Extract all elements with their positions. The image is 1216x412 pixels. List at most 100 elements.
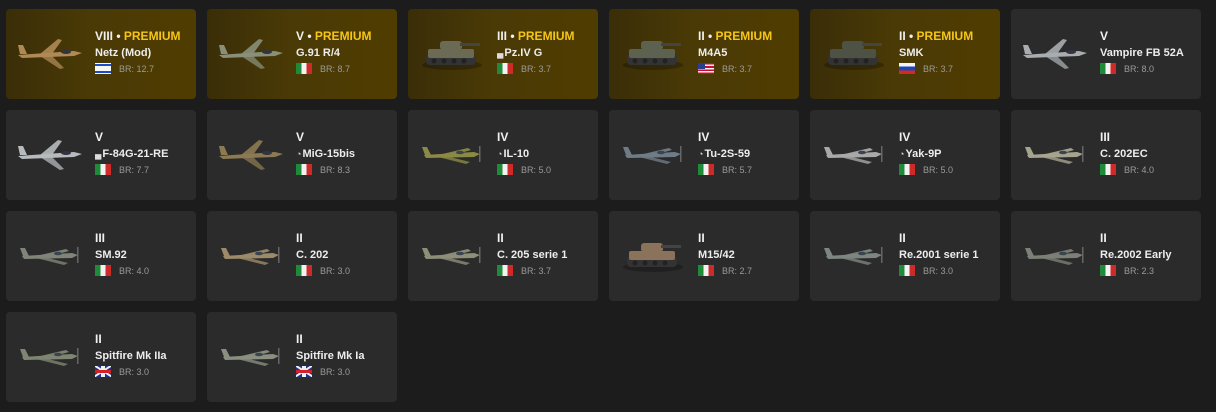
vehicle-rank: V • PREMIUM [296, 29, 391, 44]
vehicle-name-row: C. 202EC [1100, 147, 1195, 161]
vehicle-card[interactable]: IV ◔Tu-2S-59 BR: 5.7 [609, 110, 799, 200]
vehicle-card[interactable]: V ▄F-84G-21-RE BR: 7.7 [6, 110, 196, 200]
vehicle-name-row: Spitfire Mk Ia [296, 349, 391, 363]
vehicle-type-icon: ◔ [899, 149, 905, 159]
vehicle-thumbnail [617, 229, 689, 279]
vehicle-card[interactable]: IV ◔Yak-9P BR: 5.0 [810, 110, 1000, 200]
vehicle-name-row: Re.2002 Early [1100, 248, 1195, 262]
vehicle-name-row: C. 205 serie 1 [497, 248, 592, 262]
vehicle-name-row: ▄F-84G-21-RE [95, 147, 190, 161]
premium-label: PREMIUM [715, 29, 773, 43]
flag-it-icon [899, 164, 915, 175]
vehicle-type-icon: ◔ [497, 149, 503, 159]
vehicle-card[interactable]: II M15/42 BR: 2.7 [609, 211, 799, 301]
vehicle-name-row: Spitfire Mk IIa [95, 349, 190, 363]
rank-label: III [1100, 130, 1111, 144]
vehicle-thumbnail [818, 128, 890, 178]
vehicle-name: C. 202 [296, 249, 329, 261]
vehicle-card[interactable]: II Re.2001 serie 1 BR: 3.0 [810, 211, 1000, 301]
battle-rating: BR: 4.0 [1124, 164, 1155, 175]
vehicle-name-row: SMK [899, 46, 994, 60]
vehicle-card[interactable]: III • PREMIUM ▄Pz.IV G BR: 3.7 [408, 9, 598, 99]
vehicle-rank: IV [497, 130, 592, 145]
premium-label: PREMIUM [314, 29, 372, 43]
vehicle-rank: II [296, 231, 391, 246]
vehicle-name: Pz.IV G [504, 47, 543, 59]
flag-it-icon [95, 164, 111, 175]
vehicle-type-icon: ▄ [497, 48, 504, 58]
vehicle-rank: III • PREMIUM [497, 29, 592, 44]
vehicle-rank: II [95, 332, 190, 347]
rank-label: III [497, 29, 508, 43]
vehicle-info: II C. 202 BR: 3.0 [296, 231, 391, 276]
rank-label: II [497, 231, 504, 245]
flag-it-icon [698, 164, 714, 175]
vehicle-info: IV ◔Tu-2S-59 BR: 5.7 [698, 130, 793, 175]
vehicle-card[interactable]: II C. 202 BR: 3.0 [207, 211, 397, 301]
battle-rating: BR: 8.7 [320, 63, 351, 74]
vehicle-info: V Vampire FB 52A BR: 8.0 [1100, 29, 1195, 74]
vehicle-name: Spitfire Mk IIa [95, 350, 167, 362]
vehicle-meta: BR: 3.0 [899, 265, 994, 276]
vehicle-thumbnail [416, 229, 488, 279]
battle-rating: BR: 3.7 [521, 63, 552, 74]
vehicle-name: Vampire FB 52A [1100, 47, 1184, 59]
battle-rating: BR: 12.7 [119, 63, 155, 74]
vehicle-card[interactable]: VIII • PREMIUM Netz (Mod) BR: 12.7 [6, 9, 196, 99]
vehicle-info: III SM.92 BR: 4.0 [95, 231, 190, 276]
battle-rating: BR: 3.0 [923, 265, 954, 276]
vehicle-card[interactable]: II Spitfire Mk IIa BR: 3.0 [6, 312, 196, 402]
vehicle-card[interactable]: III C. 202EC BR: 4.0 [1011, 110, 1201, 200]
vehicle-card[interactable]: III SM.92 BR: 4.0 [6, 211, 196, 301]
battle-rating: BR: 5.0 [521, 164, 552, 175]
vehicle-rank: II [698, 231, 793, 246]
vehicle-card[interactable]: II Spitfire Mk Ia BR: 3.0 [207, 312, 397, 402]
vehicle-name: Tu-2S-59 [704, 148, 751, 160]
vehicle-name-row: M4A5 [698, 46, 793, 60]
vehicle-card[interactable]: II Re.2002 Early BR: 2.3 [1011, 211, 1201, 301]
vehicle-info: II • PREMIUM M4A5 BR: 3.7 [698, 29, 793, 74]
vehicle-name-row: SM.92 [95, 248, 190, 262]
flag-it-icon [899, 265, 915, 276]
rank-separator: • [507, 29, 518, 43]
vehicle-name: IL-10 [503, 148, 530, 160]
vehicle-card[interactable]: V ◔MiG-15bis BR: 8.3 [207, 110, 397, 200]
vehicle-info: IV ◔Yak-9P BR: 5.0 [899, 130, 994, 175]
vehicle-card[interactable]: IV ◔IL-10 BR: 5.0 [408, 110, 598, 200]
vehicle-card[interactable]: II • PREMIUM M4A5 BR: 3.7 [609, 9, 799, 99]
flag-it-icon [95, 265, 111, 276]
vehicle-thumbnail [818, 229, 890, 279]
rank-separator: • [113, 29, 124, 43]
rank-label: V [95, 130, 104, 144]
vehicle-card[interactable]: V Vampire FB 52A BR: 8.0 [1011, 9, 1201, 99]
vehicle-name: M15/42 [698, 249, 735, 261]
battle-rating: BR: 8.0 [1124, 63, 1155, 74]
premium-label: PREMIUM [123, 29, 181, 43]
vehicle-name-row: G.91 R/4 [296, 46, 391, 60]
battle-rating: BR: 4.0 [119, 265, 150, 276]
rank-label: IV [899, 130, 911, 144]
flag-ru-icon [899, 63, 915, 74]
vehicle-info: III • PREMIUM ▄Pz.IV G BR: 3.7 [497, 29, 592, 74]
rank-label: V [296, 130, 305, 144]
vehicle-card[interactable]: II • PREMIUM SMK BR: 3.7 [810, 9, 1000, 99]
vehicle-name: F-84G-21-RE [102, 148, 169, 160]
vehicle-thumbnail [617, 128, 689, 178]
vehicle-rank: V [95, 130, 190, 145]
vehicle-meta: BR: 3.7 [698, 63, 793, 74]
rank-label: V [296, 29, 305, 43]
battle-rating: BR: 8.3 [320, 164, 351, 175]
vehicle-card[interactable]: V • PREMIUM G.91 R/4 BR: 8.7 [207, 9, 397, 99]
vehicle-name-row: M15/42 [698, 248, 793, 262]
vehicle-card[interactable]: II C. 205 serie 1 BR: 3.7 [408, 211, 598, 301]
vehicle-thumbnail [215, 330, 287, 380]
vehicle-rank: II [1100, 231, 1195, 246]
rank-label: II [95, 332, 102, 346]
battle-rating: BR: 3.7 [923, 63, 954, 74]
vehicle-name-row: ◔IL-10 [497, 147, 592, 161]
battle-rating: BR: 3.0 [320, 366, 351, 377]
vehicle-name: MiG-15bis [302, 148, 356, 160]
vehicle-name-row: ◔Yak-9P [899, 147, 994, 161]
vehicle-name: Netz (Mod) [95, 47, 152, 59]
flag-uk-icon [95, 366, 111, 377]
